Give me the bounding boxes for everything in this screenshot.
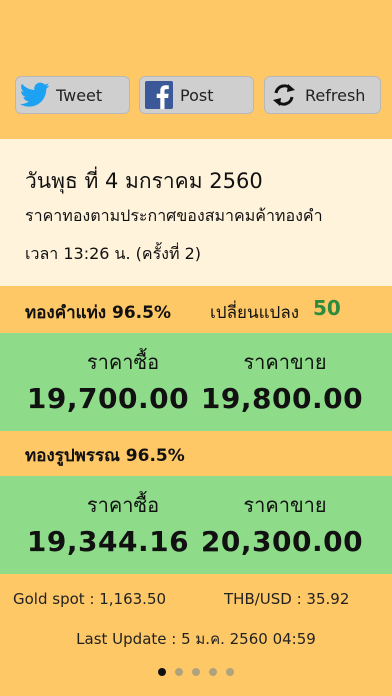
twitter-bird-icon: [16, 76, 54, 114]
facebook-icon: [140, 76, 178, 114]
date-panel: วันพุธ ที่ 4 มกราคม 2560 ราคาทองตามประกา…: [0, 139, 392, 286]
page-dot[interactable]: [209, 668, 217, 676]
tweet-label: Tweet: [56, 85, 103, 105]
page-dot[interactable]: [192, 668, 200, 676]
gold-bar-sell-price: 19,800.00: [200, 382, 364, 415]
tweet-button[interactable]: Tweet: [15, 76, 130, 114]
post-label: Post: [180, 85, 214, 105]
announcement-time: เวลา 13:26 น. (ครั้งที่ 2): [25, 244, 202, 263]
change-label: เปลี่ยนแปลง: [210, 303, 300, 323]
refresh-icon: [265, 76, 303, 114]
refresh-button[interactable]: Refresh: [264, 76, 381, 114]
last-update: Last Update : 5 ม.ค. 2560 04:59: [76, 630, 316, 648]
gold-ornament-title: ทองรูปพรรณ 96.5%: [25, 446, 185, 466]
gold-bar-sell-label: ราคาขาย: [243, 350, 327, 374]
refresh-label: Refresh: [305, 85, 366, 105]
page-dot[interactable]: [175, 668, 183, 676]
page-dot[interactable]: [158, 668, 166, 676]
gold-ornament-sell-price: 20,300.00: [200, 525, 364, 558]
announcement-date: วันพุธ ที่ 4 มกราคม 2560: [25, 169, 263, 193]
share-toolbar: Tweet Post Refresh: [15, 76, 381, 114]
gold-bar-buy-price: 19,700.00: [26, 382, 190, 415]
facebook-post-button[interactable]: Post: [139, 76, 254, 114]
gold-ornament-buy-label: ราคาซื้อ: [86, 493, 160, 517]
thb-usd-rate: THB/USD : 35.92: [224, 590, 350, 608]
page-dot[interactable]: [226, 668, 234, 676]
gold-bar-title: ทองคำแท่ง 96.5%: [25, 303, 171, 323]
gold-bar-price-block: ราคาซื้อ ราคาขาย 19,700.00 19,800.00: [0, 333, 392, 431]
gold-ornament-price-block: ราคาซื้อ ราคาขาย 19,344.16 20,300.00: [0, 476, 392, 574]
gold-bar-buy-label: ราคาซื้อ: [86, 350, 160, 374]
gold-ornament-buy-price: 19,344.16: [26, 525, 190, 558]
gold-ornament-sell-label: ราคาขาย: [243, 493, 327, 517]
gold-spot: Gold spot : 1,163.50: [13, 590, 167, 608]
change-value: 50: [313, 296, 341, 320]
announcement-source: ราคาทองตามประกาศของสมาคมค้าทองคำ: [25, 206, 323, 225]
page-indicator[interactable]: [0, 668, 392, 676]
